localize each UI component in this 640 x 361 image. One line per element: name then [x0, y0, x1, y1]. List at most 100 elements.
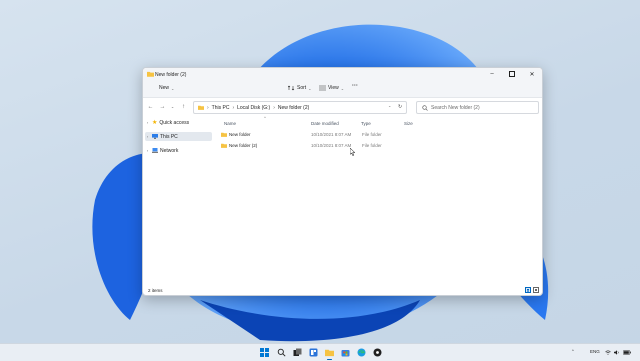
window-title: New folder (2)	[155, 71, 187, 78]
edge-browser-button[interactable]	[357, 348, 366, 357]
search-button[interactable]	[277, 348, 286, 357]
details-view-button[interactable]	[525, 287, 531, 293]
address-bar[interactable]: › This PC › Local Disk (G:) › New folder…	[193, 101, 407, 114]
command-bar: New ⌄ Sort ⌄ View ⌄ ···	[143, 80, 542, 98]
battery-icon[interactable]	[623, 350, 631, 355]
sidebar-item-label: Network	[160, 147, 179, 154]
media-icon	[373, 348, 382, 357]
more-options-button[interactable]: ···	[352, 83, 358, 89]
column-header-type[interactable]: Type	[361, 121, 371, 126]
mouse-cursor-icon	[350, 148, 356, 156]
tiles-view-button[interactable]	[533, 287, 539, 293]
star-icon: ★	[152, 120, 158, 126]
column-header-name[interactable]: Name	[224, 121, 236, 126]
breadcrumb-local-disk[interactable]: Local Disk (G:)	[237, 105, 270, 111]
store-button[interactable]	[341, 348, 350, 357]
file-row[interactable]: New folder (2) 10/10/2021 8:07 AM File f…	[218, 140, 538, 150]
file-date: 10/10/2021 8:07 AM	[311, 132, 352, 137]
sort-label: Sort	[297, 85, 307, 91]
chevron-down-icon: ⌄	[171, 85, 175, 91]
sort-indicator-icon: ^	[264, 115, 266, 120]
language-indicator[interactable]: ENG	[590, 349, 600, 354]
minimize-icon: –	[490, 71, 494, 77]
sidebar-item-quick-access[interactable]: › ★ Quick access	[145, 118, 212, 127]
chevron-right-icon: ›	[146, 148, 149, 153]
column-header-size[interactable]: Size	[404, 121, 413, 126]
new-button[interactable]: New ⌄	[159, 85, 174, 91]
sort-icon	[288, 85, 295, 91]
wifi-icon[interactable]	[605, 350, 611, 355]
search-icon	[422, 104, 428, 111]
chevron-right-icon: ›	[146, 134, 149, 139]
sidebar-item-network[interactable]: › Network	[145, 146, 212, 155]
file-explorer-taskbar-button[interactable]	[325, 348, 334, 357]
file-name: New folder	[229, 132, 251, 137]
recent-locations-button[interactable]: ⌄	[169, 103, 176, 110]
breadcrumb-separator-icon: ›	[273, 104, 275, 111]
file-list: ^ Name Date modified Type Size New folde…	[215, 115, 542, 285]
title-bar[interactable]: New folder (2) – ✕	[143, 68, 542, 80]
file-type: File folder	[362, 132, 382, 137]
widgets-button[interactable]	[309, 348, 318, 357]
status-bar: 2 items	[143, 285, 542, 295]
item-count: 2 items	[148, 287, 163, 293]
chevron-down-icon: ⌄	[308, 85, 312, 91]
navigation-bar: ← → ⌄ ↑ › This PC › Local Disk (G:) › Ne…	[143, 98, 542, 115]
search-icon	[277, 348, 286, 357]
search-input[interactable]: Search New folder (2)	[431, 105, 480, 111]
chevron-right-icon: ›	[146, 120, 149, 125]
close-button[interactable]: ✕	[522, 68, 542, 80]
volume-icon[interactable]	[614, 350, 620, 355]
task-view-icon	[293, 348, 302, 356]
view-button[interactable]: View ⌄	[319, 85, 344, 91]
chevron-down-icon: ⌄	[170, 104, 175, 109]
chevron-down-icon: ⌄	[340, 85, 345, 91]
sidebar-item-label: Quick access	[159, 119, 190, 126]
pc-icon	[152, 134, 158, 139]
sidebar-item-label: This PC	[160, 133, 178, 140]
breadcrumb-this-pc[interactable]: This PC	[212, 105, 230, 111]
media-app-button[interactable]	[373, 348, 382, 357]
windows-logo-icon	[260, 348, 269, 357]
store-icon	[341, 350, 350, 357]
file-name: New folder (2)	[229, 143, 258, 148]
arrow-left-icon: ←	[147, 103, 154, 110]
taskbar: ⌃ ENG	[0, 343, 640, 361]
view-icon	[319, 85, 326, 91]
more-label: ···	[352, 83, 358, 89]
details-view-icon	[527, 289, 529, 290]
forward-button[interactable]: →	[159, 103, 166, 110]
folder-icon	[325, 349, 334, 357]
back-button[interactable]: ←	[147, 103, 154, 110]
breadcrumb-current-folder[interactable]: New folder (2)	[278, 105, 309, 111]
breadcrumb-separator-icon: ›	[207, 104, 209, 111]
task-view-button[interactable]	[293, 348, 302, 357]
sidebar-item-this-pc[interactable]: › This PC	[145, 132, 212, 141]
tray-chevron-up-icon[interactable]: ⌃	[571, 349, 575, 355]
start-button[interactable]	[260, 348, 269, 357]
refresh-icon[interactable]: ↻	[398, 104, 402, 110]
file-type: File folder	[362, 143, 382, 148]
network-icon	[152, 148, 158, 153]
up-button[interactable]: ↑	[180, 103, 187, 110]
address-dropdown-icon[interactable]: ⌄	[388, 103, 391, 108]
file-explorer-window: New folder (2) – ✕ New ⌄ Sort ⌄ View ⌄ ·…	[142, 67, 543, 296]
column-header-date-modified[interactable]: Date modified	[311, 121, 339, 126]
tiles-view-icon	[535, 289, 537, 291]
close-icon: ✕	[529, 71, 535, 78]
folder-icon	[147, 71, 154, 77]
navigation-pane: › ★ Quick access › This PC › Network	[143, 115, 213, 285]
edge-icon	[357, 348, 366, 357]
sort-button[interactable]: Sort ⌄	[288, 85, 312, 91]
file-row[interactable]: New folder 10/10/2021 8:07 AM File folde…	[218, 129, 538, 139]
widgets-icon	[309, 348, 318, 357]
view-label: View	[328, 85, 339, 91]
maximize-button[interactable]	[502, 68, 522, 80]
breadcrumb-separator-icon: ›	[232, 104, 235, 111]
search-box[interactable]: Search New folder (2)	[416, 101, 539, 114]
minimize-button[interactable]: –	[482, 68, 502, 80]
arrow-right-icon: →	[159, 103, 166, 110]
file-date: 10/10/2021 8:07 AM	[311, 143, 352, 148]
folder-icon	[198, 105, 204, 110]
folder-icon	[221, 132, 227, 137]
